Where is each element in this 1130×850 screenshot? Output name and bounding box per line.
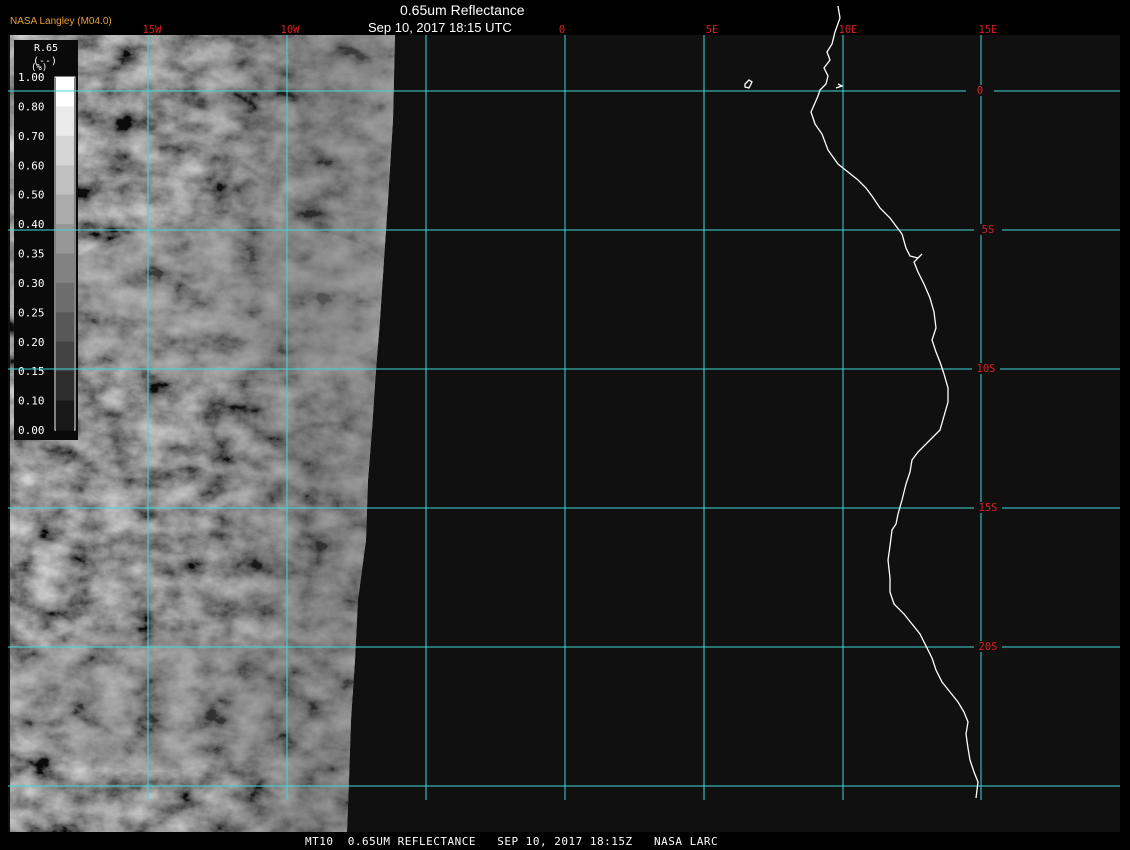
lat-label: 0 [977,85,983,97]
legend-tick-label: 0.15 [18,365,45,378]
credit-label: NASA Langley (M04.0) [10,16,112,27]
lon-label: 15E [979,24,998,36]
legend-swatch [56,341,74,372]
legend-header: R.65 [34,43,59,54]
legend-swatch [56,194,74,225]
legend-swatch [56,400,74,431]
lat-label: 15S [979,502,998,514]
image-timestamp: Sep 10, 2017 18:15 UTC [368,20,512,35]
legend-swatch [56,224,74,254]
lat-label: 20S [979,641,998,653]
lat-label: 10S [977,363,996,375]
lon-label: 15W [143,24,163,36]
legend-tick-label: 0.60 [18,159,45,172]
legend-swatch [56,253,74,284]
footer-caption: MT10 0.65UM REFLECTANCE SEP 10, 2017 18:… [305,835,719,848]
lon-label: 10E [839,24,858,36]
legend-swatch [56,312,74,343]
legend-tick-label: 0.35 [18,248,45,261]
legend-swatch [56,77,74,107]
color-legend: 1.000.800.700.600.500.400.350.300.250.20… [14,40,78,440]
lon-label: 10W [281,24,301,36]
lon-label: 5E [706,24,719,36]
legend-unit-mark: (%) [31,63,48,73]
legend-tick-label: 0.10 [18,395,45,408]
legend-tick-label: 0.00 [18,424,45,437]
legend-swatch [56,282,74,313]
legend-tick-label: 0.80 [18,100,45,113]
legend-swatch [56,165,74,196]
legend-tick-label: 0.20 [18,336,45,349]
lat-label: 5S [982,224,995,236]
legend-tick-label: 0.25 [18,306,45,319]
lon-label: 0 [559,24,565,36]
legend-tick-label: 0.30 [18,277,45,290]
legend-tick-label: 0.40 [18,218,45,231]
legend-swatch [56,371,74,402]
image-title: 0.65um Reflectance [400,2,525,18]
legend-tick-label: 0.50 [18,189,45,202]
legend-swatch [56,106,74,137]
legend-tick-label: 0.70 [18,130,45,143]
satellite-map: 1.000.800.700.600.500.400.350.300.250.20… [8,5,1120,832]
legend-swatch [56,135,74,166]
